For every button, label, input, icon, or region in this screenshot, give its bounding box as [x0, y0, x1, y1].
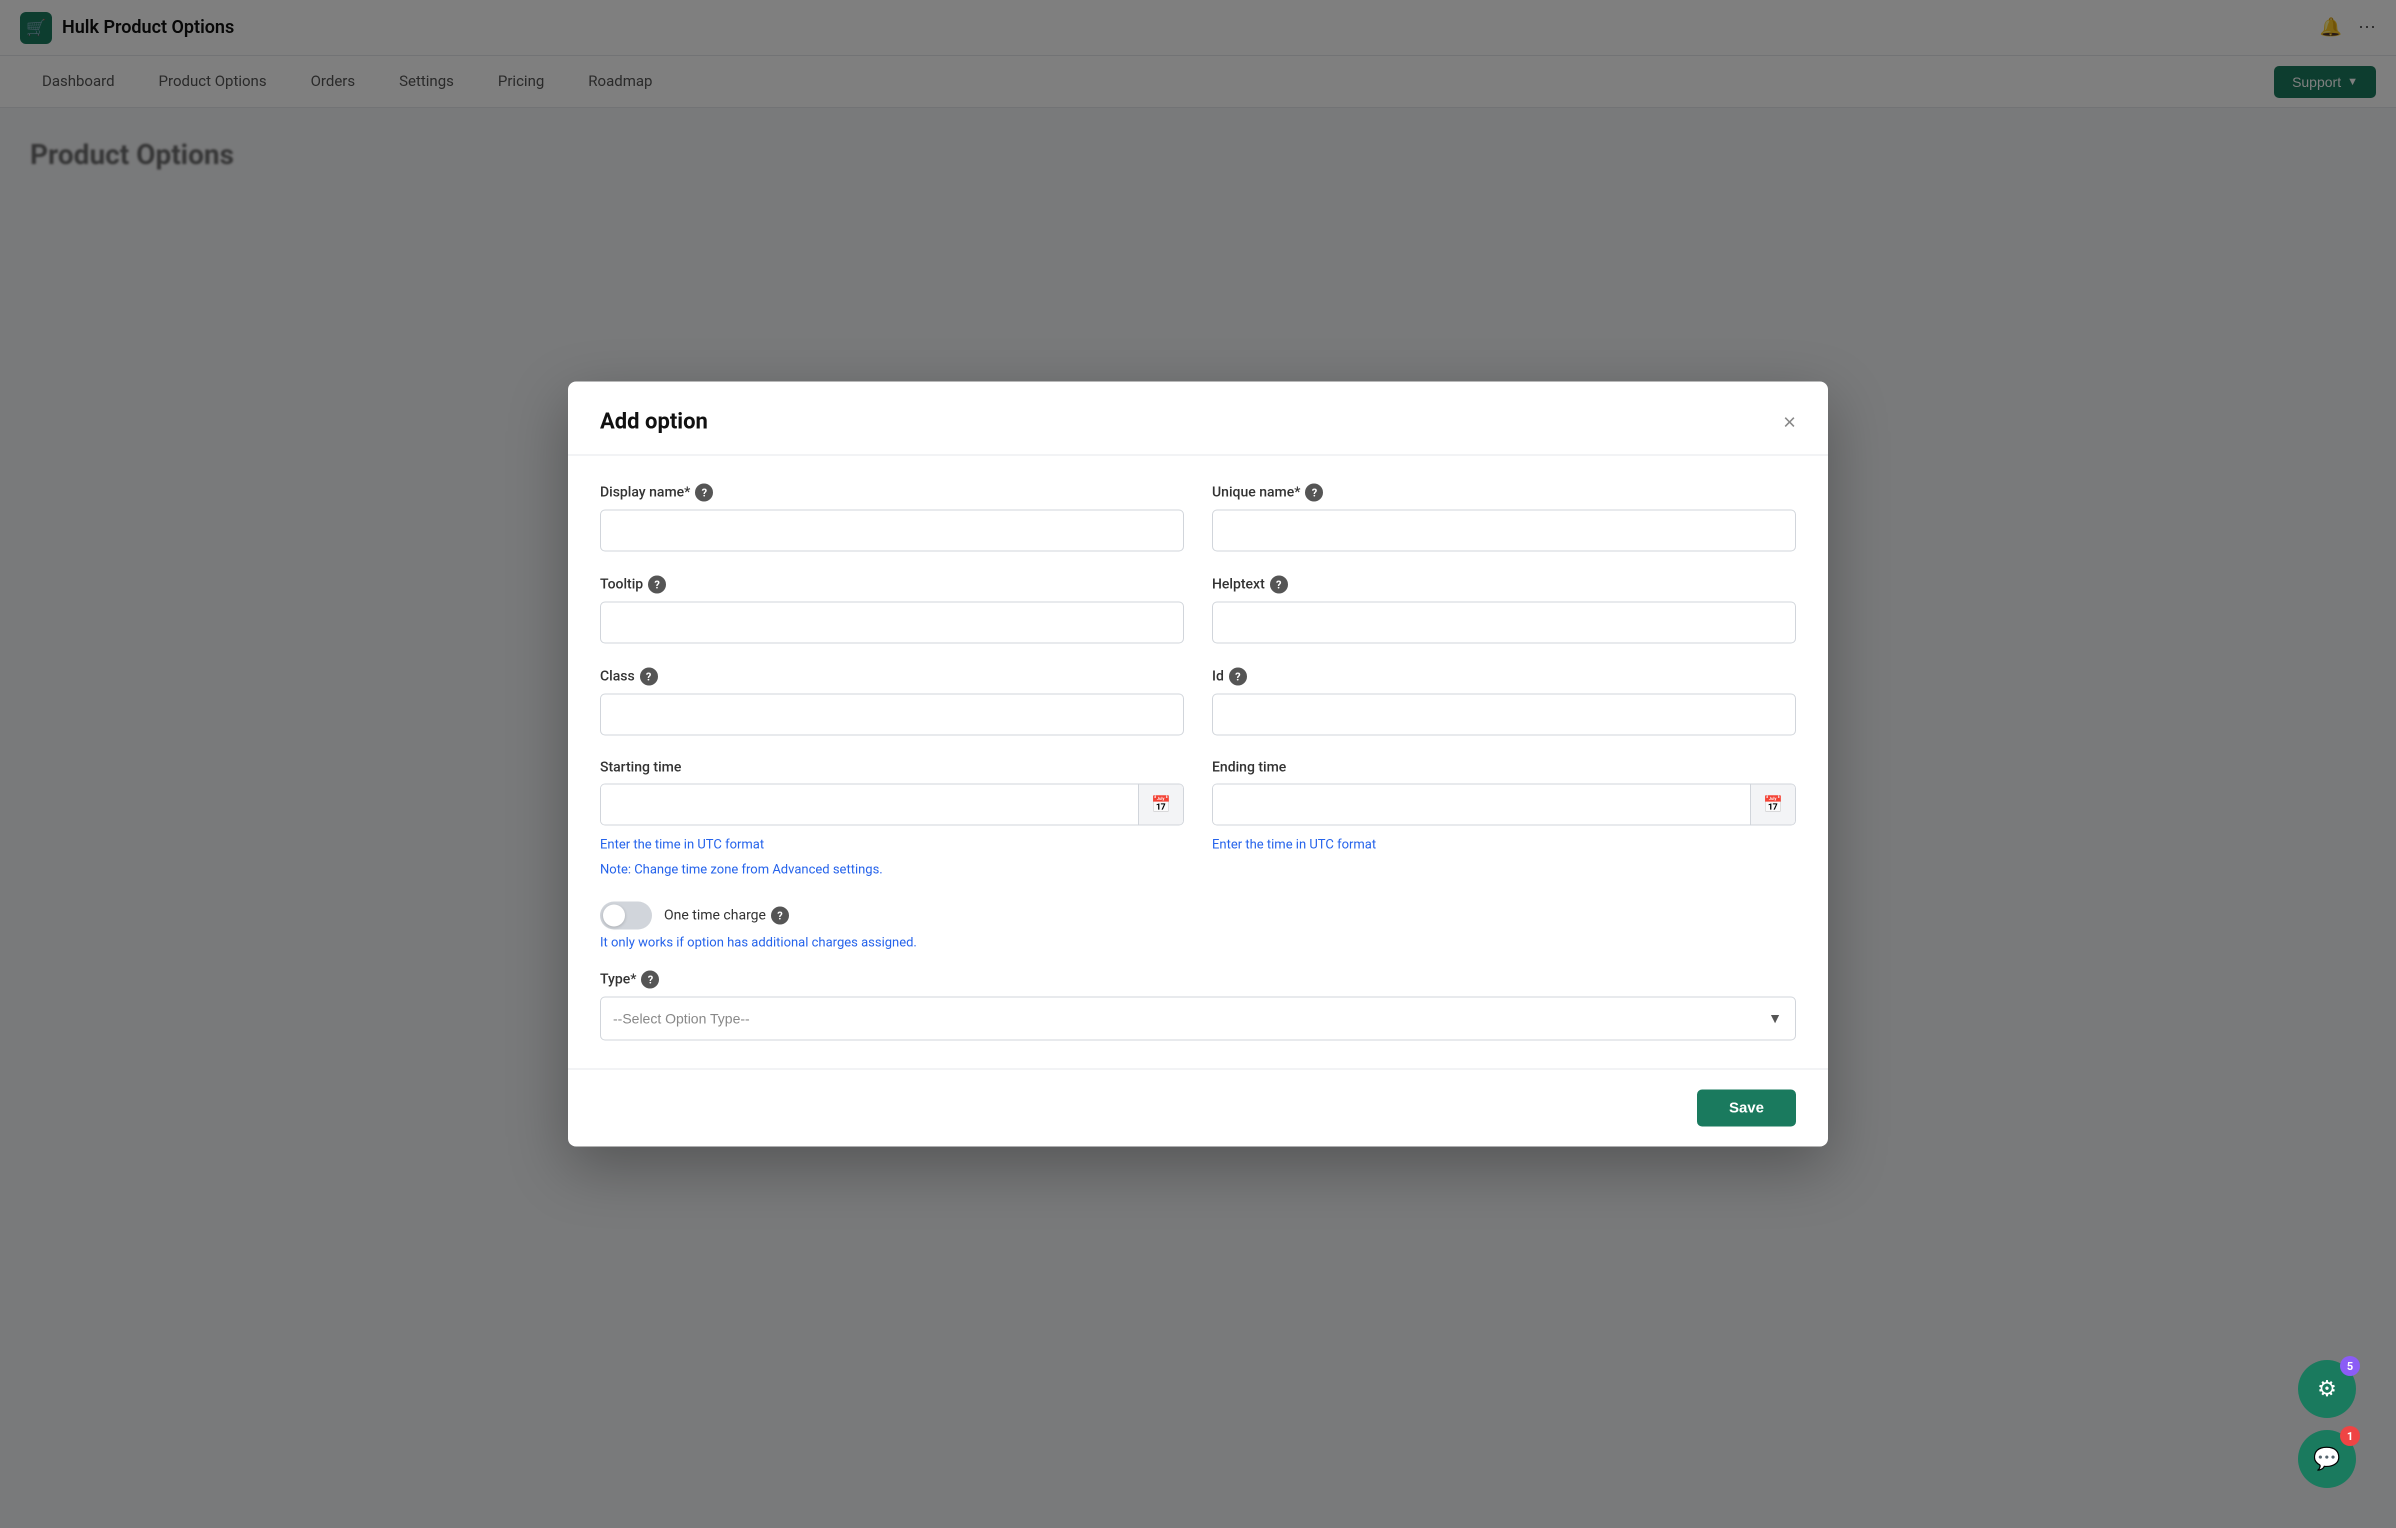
chat-message-button[interactable]: 💬 1	[2298, 1430, 2356, 1488]
modal-header: Add option ×	[568, 382, 1828, 456]
modal-close-button[interactable]: ×	[1783, 411, 1796, 433]
starting-time-input-wrapper: 📅	[600, 784, 1184, 826]
tooltip-input[interactable]	[600, 602, 1184, 644]
save-button[interactable]: Save	[1697, 1090, 1796, 1127]
class-label: Class ?	[600, 668, 1184, 686]
unique-name-group: Unique name* ?	[1212, 484, 1796, 552]
one-time-charge-help-icon[interactable]: ?	[771, 907, 789, 925]
toggle-track	[600, 902, 652, 930]
display-name-input[interactable]	[600, 510, 1184, 552]
helptext-input[interactable]	[1212, 602, 1796, 644]
one-time-charge-row: One time charge ?	[600, 902, 1796, 930]
unique-name-label: Unique name* ?	[1212, 484, 1796, 502]
chat-badge-2: 1	[2340, 1426, 2360, 1446]
type-label: Type* ?	[600, 971, 1796, 989]
ending-time-label: Ending time	[1212, 760, 1796, 776]
calendar-icon: 📅	[1151, 797, 1171, 814]
id-group: Id ?	[1212, 668, 1796, 736]
add-option-modal: Add option × Display name* ? Unique name…	[568, 382, 1828, 1147]
chat-settings-icon: ⚙	[2317, 1377, 2337, 1402]
type-select[interactable]: --Select Option Type--	[600, 997, 1796, 1041]
class-help-icon[interactable]: ?	[640, 668, 658, 686]
helptext-label: Helptext ?	[1212, 576, 1796, 594]
one-time-charge-label: One time charge ?	[664, 907, 789, 925]
one-time-charge-note: It only works if option has additional c…	[600, 936, 1796, 951]
unique-name-input[interactable]	[1212, 510, 1796, 552]
type-select-wrapper: --Select Option Type-- ▼	[600, 997, 1796, 1041]
class-input[interactable]	[600, 694, 1184, 736]
chat-message-icon: 💬	[2313, 1447, 2340, 1472]
tooltip-help-icon[interactable]: ?	[648, 576, 666, 594]
starting-time-label: Starting time	[600, 760, 1184, 776]
ending-time-input-wrapper: 📅	[1212, 784, 1796, 826]
display-name-group: Display name* ?	[600, 484, 1184, 552]
display-name-help-icon[interactable]: ?	[695, 484, 713, 502]
type-help-icon[interactable]: ?	[641, 971, 659, 989]
starting-time-calendar-button[interactable]: 📅	[1138, 785, 1183, 825]
modal-footer: Save	[568, 1069, 1828, 1147]
one-time-charge-toggle[interactable]	[600, 902, 652, 930]
modal-title: Add option	[600, 410, 708, 435]
helptext-group: Helptext ?	[1212, 576, 1796, 644]
starting-time-group: Starting time 📅 Enter the time in UTC fo…	[600, 760, 1184, 878]
starting-time-input[interactable]	[601, 785, 1138, 825]
chat-settings-button[interactable]: ⚙ 5	[2298, 1360, 2356, 1418]
id-label: Id ?	[1212, 668, 1796, 686]
ending-time-hint: Enter the time in UTC format	[1212, 838, 1796, 853]
id-help-icon[interactable]: ?	[1229, 668, 1247, 686]
form-row-2: Tooltip ? Helptext ?	[600, 576, 1796, 644]
timezone-note: Note: Change time zone from Advanced set…	[600, 863, 1184, 878]
helptext-help-icon[interactable]: ?	[1270, 576, 1288, 594]
form-row-1: Display name* ? Unique name* ?	[600, 484, 1796, 552]
form-row-3: Class ? Id ?	[600, 668, 1796, 736]
modal-body: Display name* ? Unique name* ? Tooltip ?	[568, 456, 1828, 1069]
starting-time-hint: Enter the time in UTC format	[600, 838, 1184, 853]
unique-name-help-icon[interactable]: ?	[1305, 484, 1323, 502]
id-input[interactable]	[1212, 694, 1796, 736]
form-row-4: Starting time 📅 Enter the time in UTC fo…	[600, 760, 1796, 878]
chat-badge-1: 5	[2340, 1356, 2360, 1376]
tooltip-label: Tooltip ?	[600, 576, 1184, 594]
tooltip-group: Tooltip ?	[600, 576, 1184, 644]
ending-time-input[interactable]	[1213, 785, 1750, 825]
display-name-label: Display name* ?	[600, 484, 1184, 502]
calendar-icon-2: 📅	[1763, 797, 1783, 814]
chat-widget: ⚙ 5 💬 1	[2298, 1360, 2356, 1488]
ending-time-group: Ending time 📅 Enter the time in UTC form…	[1212, 760, 1796, 878]
ending-time-calendar-button[interactable]: 📅	[1750, 785, 1795, 825]
class-group: Class ?	[600, 668, 1184, 736]
